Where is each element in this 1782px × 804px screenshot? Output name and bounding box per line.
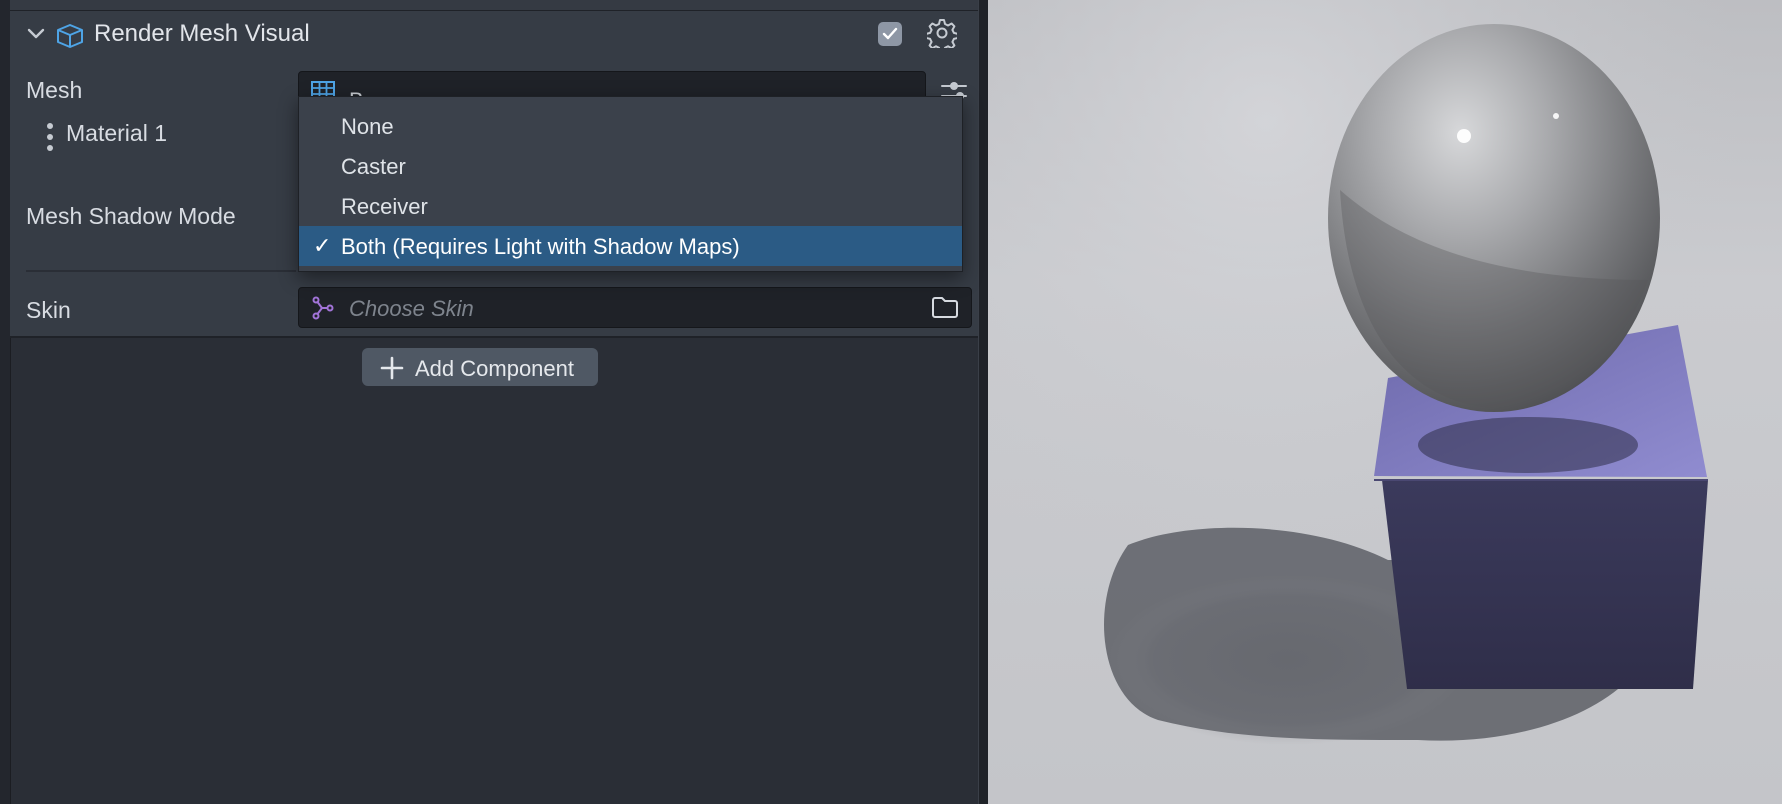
option-label: Receiver bbox=[341, 194, 428, 219]
shadow-mode-option-receiver[interactable]: Receiver bbox=[299, 186, 962, 226]
scene-render bbox=[988, 0, 1782, 804]
add-component-button[interactable]: Add Component bbox=[362, 348, 598, 386]
scene-viewport[interactable] bbox=[988, 0, 1782, 804]
plus-icon bbox=[380, 356, 404, 380]
enable-checkbox[interactable] bbox=[878, 22, 902, 46]
shadow-mode-option-both[interactable]: ✓ Both (Requires Light with Shadow Maps) bbox=[299, 226, 962, 266]
checkmark-icon bbox=[882, 27, 898, 40]
kebab-icon[interactable] bbox=[43, 121, 57, 165]
material-label: Material 1 bbox=[66, 120, 167, 146]
shadow-mode-dropdown: None Caster Receiver ✓ Both (Requires Li… bbox=[298, 96, 963, 272]
option-label: Both (Requires Light with Shadow Maps) bbox=[341, 234, 740, 259]
gear-icon[interactable] bbox=[927, 18, 957, 48]
shadow-mode-option-caster[interactable]: Caster bbox=[299, 146, 962, 186]
component-title: Render Mesh Visual bbox=[94, 20, 310, 47]
component-header[interactable]: Render Mesh Visual bbox=[10, 11, 978, 57]
option-label: Caster bbox=[341, 154, 406, 179]
skin-placeholder: Choose Skin bbox=[349, 296, 474, 321]
divider bbox=[26, 270, 296, 272]
skin-label: Skin bbox=[26, 297, 71, 323]
skin-field[interactable]: Choose Skin bbox=[298, 287, 972, 328]
inspector-panel: Render Mesh Visual Mesh Material 1 Mesh … bbox=[0, 0, 989, 804]
cube-icon bbox=[57, 24, 83, 48]
chevron-down-icon[interactable] bbox=[26, 25, 46, 43]
option-label: None bbox=[341, 114, 394, 139]
skeleton-icon bbox=[312, 296, 334, 320]
folder-icon[interactable] bbox=[931, 295, 959, 319]
add-component-label: Add Component bbox=[415, 356, 574, 381]
panel-top-strip bbox=[10, 0, 978, 11]
shadow-mode-option-none[interactable]: None bbox=[299, 106, 962, 146]
mesh-label: Mesh bbox=[26, 77, 83, 103]
shadow-mode-label: Mesh Shadow Mode bbox=[26, 203, 236, 229]
cube-front-face bbox=[1382, 480, 1708, 689]
checkmark-icon: ✓ bbox=[313, 233, 332, 258]
